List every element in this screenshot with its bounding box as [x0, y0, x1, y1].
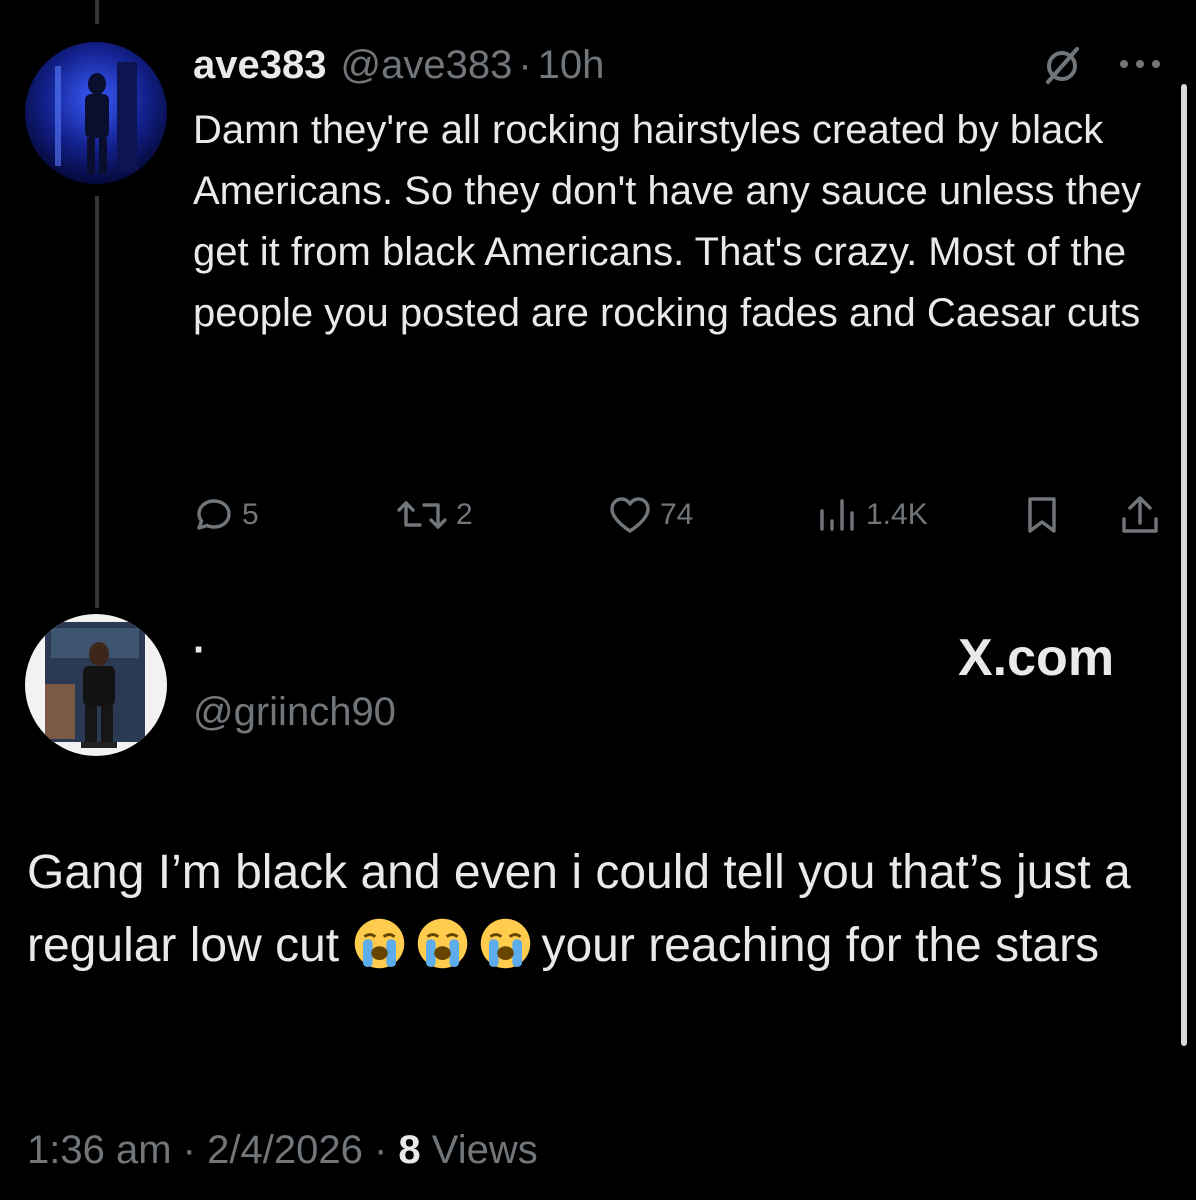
footer-sep-1: · — [182, 1128, 196, 1172]
more-dots-icon[interactable] — [1116, 56, 1164, 72]
share-icon — [1122, 496, 1158, 533]
header-separator: · — [518, 42, 532, 87]
reply-bubble-icon — [197, 499, 231, 530]
thread-line-top — [95, 0, 99, 24]
reply-count: 5 — [242, 498, 259, 531]
x-com-watermark: X.com — [958, 629, 1115, 687]
footer-date[interactable]: 2/4/2026 — [207, 1128, 363, 1172]
reply-button[interactable]: 5 — [194, 490, 259, 540]
like-button[interactable]: 74 — [608, 490, 693, 540]
avatar-griinch90[interactable] — [25, 614, 167, 756]
tweet-actions: 5 2 74 1.4K — [0, 490, 1196, 540]
grok-slash-icon[interactable] — [1040, 44, 1084, 88]
footer-views-label: Views — [431, 1128, 538, 1172]
views-bars-icon — [820, 499, 854, 531]
heart-icon — [610, 497, 650, 533]
post-time[interactable]: 10h — [538, 43, 605, 88]
footer-views-count: 8 — [398, 1128, 421, 1172]
scrollbar[interactable] — [1181, 84, 1187, 1046]
loudly-crying-face-icon — [418, 918, 468, 969]
repost-icon — [397, 501, 447, 529]
footer-time[interactable]: 1:36 am — [27, 1128, 172, 1172]
reply-text: Gang I’m black and even i could tell you… — [27, 836, 1177, 982]
tweet-text: Damn they're all rocking hairstyles crea… — [193, 108, 1142, 335]
footer-sep-2: · — [373, 1128, 388, 1172]
tweet-header: ave383 @ave383 · 10h — [193, 40, 604, 90]
thread-line-connector — [95, 196, 99, 608]
user-handle[interactable]: @ave383 — [340, 43, 512, 88]
repost-count: 2 — [456, 498, 473, 531]
avatar-ave383[interactable] — [25, 42, 167, 184]
display-name[interactable]: ave383 — [193, 43, 326, 88]
reply-display-name[interactable]: · — [193, 628, 206, 673]
loudly-crying-face-icon — [481, 918, 531, 969]
reply-text-part2: your reaching for the stars — [541, 919, 1100, 972]
like-count: 74 — [660, 498, 694, 531]
loudly-crying-face-icon — [355, 918, 405, 969]
views-button[interactable]: 1.4K — [818, 490, 928, 540]
repost-button[interactable]: 2 — [396, 490, 473, 540]
reply-footer: 1:36 am · 2/4/2026 · 8 Views — [27, 1128, 538, 1173]
bookmark-icon — [1028, 497, 1056, 533]
bookmark-button[interactable] — [1024, 490, 1060, 540]
views-count: 1.4K — [866, 498, 928, 531]
share-button[interactable] — [1118, 490, 1162, 540]
reply-user-handle[interactable]: @griinch90 — [193, 690, 396, 735]
